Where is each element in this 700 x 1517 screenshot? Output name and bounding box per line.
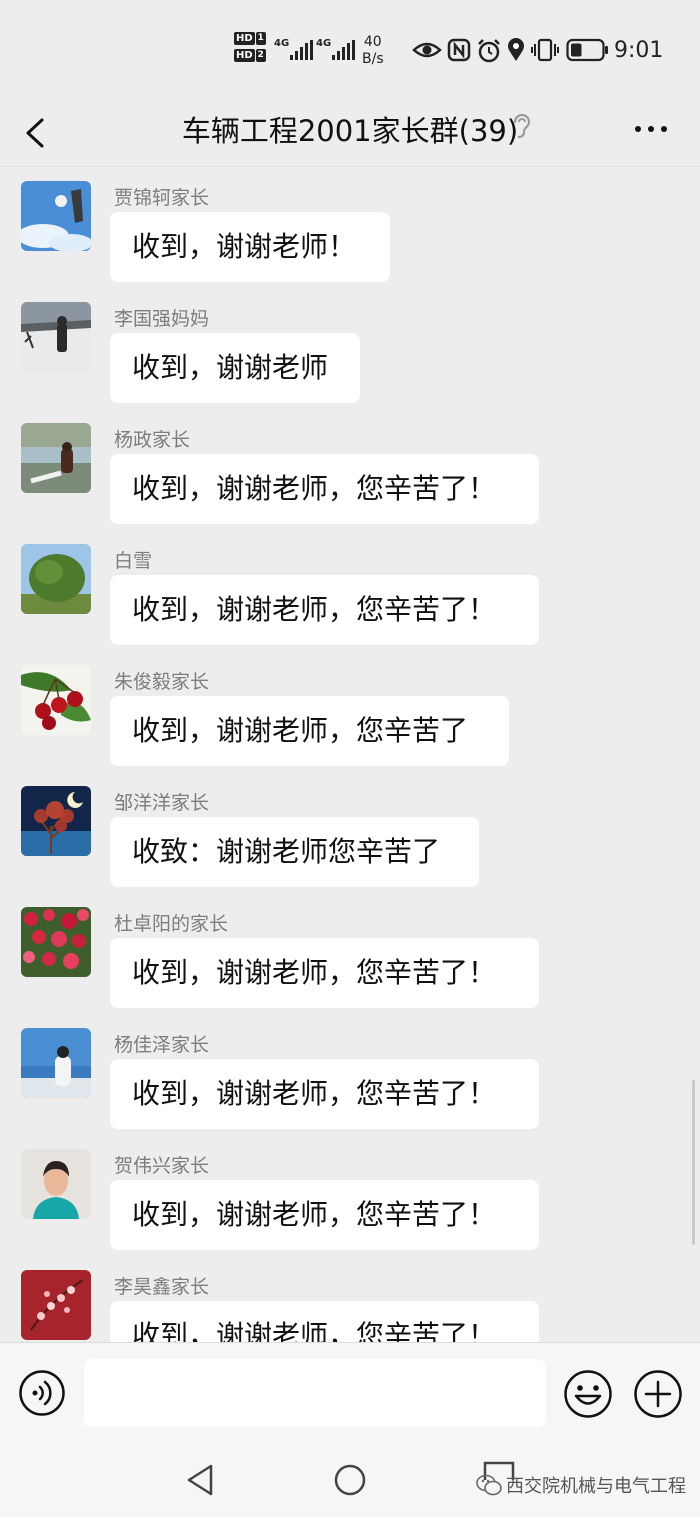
vibrate-icon [531, 38, 559, 62]
watermark: 西交院机械与电气工程 [476, 1472, 686, 1498]
network2-label: 4G [316, 38, 332, 49]
sim1-slot-label: 1 [255, 32, 266, 45]
emoji-icon[interactable] [563, 1369, 613, 1419]
avatar[interactable] [21, 181, 91, 251]
sender-name: 白雪 [114, 550, 153, 572]
nfc-icon [447, 38, 471, 62]
message-bubble[interactable]: 收到，谢谢老师，您辛苦了！ [110, 938, 539, 1008]
avatar[interactable] [21, 786, 91, 856]
avatar[interactable] [21, 423, 91, 493]
signal1-icon [290, 40, 313, 60]
nav-home-icon[interactable] [333, 1462, 367, 1498]
chat-header: 车辆工程2001家长群(39) [0, 100, 700, 167]
input-bar [0, 1342, 700, 1443]
avatar[interactable] [21, 544, 91, 614]
sim2-hd-label: HD [234, 49, 255, 62]
sender-name: 邹洋洋家长 [114, 792, 210, 814]
message-row: 杜卓阳的家长 收到，谢谢老师，您辛苦了！ [0, 893, 700, 1014]
wechat-logo-icon [476, 1474, 502, 1496]
sky-hand-photo [21, 181, 91, 251]
plus-icon[interactable] [633, 1369, 683, 1419]
alarm-icon [478, 39, 500, 63]
speed-unit: B/s [362, 51, 384, 67]
cherries-photo [21, 665, 91, 735]
scrollbar[interactable] [692, 1080, 695, 1245]
message-row: 李国强妈妈 收到，谢谢老师 [0, 288, 700, 409]
avatar[interactable] [21, 1028, 91, 1098]
snow-person-photo [21, 302, 91, 372]
sim1-indicator: HD 1 [234, 32, 266, 45]
message-row: 贺伟兴家长 收到，谢谢老师，您辛苦了！ [0, 1135, 700, 1256]
sim-indicators: HD 1 HD 2 [234, 32, 266, 66]
sender-name: 贺伟兴家长 [114, 1155, 210, 1177]
message-row: 邹洋洋家长 收致：谢谢老师您辛苦了 [0, 772, 700, 893]
moon-tree-photo [21, 786, 91, 856]
message-bubble[interactable]: 收到，谢谢老师，您辛苦了！ [110, 1301, 539, 1342]
watermark-text: 西交院机械与电气工程 [506, 1476, 686, 1497]
sender-name: 贾锦轲家长 [114, 187, 210, 209]
avatar[interactable] [21, 1149, 91, 1219]
sender-name: 杨政家长 [114, 429, 191, 451]
more-icon[interactable] [632, 114, 672, 144]
sender-name: 朱俊毅家长 [114, 671, 210, 693]
sender-name: 李国强妈妈 [114, 308, 210, 330]
message-row: 朱俊毅家长 收到，谢谢老师，您辛苦了 [0, 651, 700, 772]
location-icon [508, 38, 524, 61]
network1-label: 4G [274, 38, 290, 49]
message-row: 杨政家长 收到，谢谢老师，您辛苦了！ [0, 409, 700, 530]
navigation-bar: 西交院机械与电气工程 [0, 1442, 700, 1517]
red-flowers-photo [21, 907, 91, 977]
nav-back-icon[interactable] [184, 1462, 216, 1498]
message-row: 贾锦轲家长 收到，谢谢老师！ [0, 167, 700, 288]
message-bubble[interactable]: 收到，谢谢老师，您辛苦了！ [110, 1180, 539, 1250]
eye-icon [412, 42, 442, 58]
avatar[interactable] [21, 302, 91, 372]
blossom-photo [21, 1270, 91, 1340]
message-bubble[interactable]: 收到，谢谢老师，您辛苦了！ [110, 1059, 539, 1129]
tree-photo [21, 544, 91, 614]
clock: 9:01 [614, 38, 664, 63]
message-bubble[interactable]: 收到，谢谢老师，您辛苦了！ [110, 454, 539, 524]
message-bubble[interactable]: 收致：谢谢老师您辛苦了 [110, 817, 479, 887]
sender-name: 李昊鑫家长 [114, 1276, 210, 1298]
message-row: 白雪 收到，谢谢老师，您辛苦了！ [0, 530, 700, 651]
sea-person-photo [21, 1028, 91, 1098]
sender-name: 杨佳泽家长 [114, 1034, 210, 1056]
message-row: 杨佳泽家长 收到，谢谢老师，您辛苦了！ [0, 1014, 700, 1135]
message-bubble[interactable]: 收到，谢谢老师，您辛苦了 [110, 696, 509, 766]
message-bubble[interactable]: 收到，谢谢老师 [110, 333, 360, 403]
status-bar: HD 1 HD 2 4G 4G 40 B/s 9:01 [0, 0, 700, 100]
avatar[interactable] [21, 907, 91, 977]
selfie-photo [21, 1149, 91, 1219]
message-list[interactable]: 贾锦轲家长 收到，谢谢老师！ 李国强妈妈 收到，谢谢老师 杨政家长 收到，谢谢老… [0, 167, 700, 1342]
lakeside-photo [21, 423, 91, 493]
message-input[interactable] [84, 1359, 546, 1427]
earpiece-icon [513, 113, 531, 139]
signal2-icon [332, 40, 355, 60]
message-row: 李昊鑫家长 收到，谢谢老师，您辛苦了！ [0, 1256, 700, 1342]
message-bubble[interactable]: 收到，谢谢老师，您辛苦了！ [110, 575, 539, 645]
chat-title: 车辆工程2001家长群(39) [181, 114, 519, 148]
avatar[interactable] [21, 1270, 91, 1340]
sender-name: 杜卓阳的家长 [114, 913, 229, 935]
speed-value: 40 [363, 34, 382, 50]
avatar[interactable] [21, 665, 91, 735]
network-speed: 40 B/s [362, 34, 384, 68]
sim2-indicator: HD 2 [234, 49, 266, 62]
sim1-hd-label: HD [234, 32, 255, 45]
battery-icon [566, 38, 608, 62]
voice-icon[interactable] [18, 1369, 66, 1417]
sim2-slot-label: 2 [255, 49, 266, 62]
message-bubble[interactable]: 收到，谢谢老师！ [110, 212, 390, 282]
